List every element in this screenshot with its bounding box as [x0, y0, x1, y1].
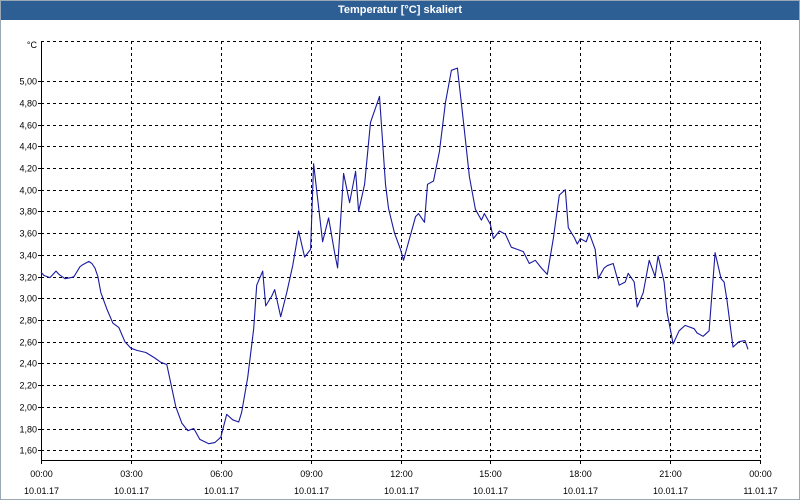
y-tick-label: 4,80 [19, 99, 37, 109]
x-tick-time-label: 09:00 [300, 469, 323, 479]
y-tick-label: 3,60 [19, 229, 37, 239]
y-tick-label: 5,00 [19, 77, 37, 87]
y-tick-label: 1,60 [19, 446, 37, 456]
x-tick-time-label: 06:00 [210, 469, 233, 479]
y-tick-label: 2,60 [19, 338, 37, 348]
y-tick-label: 4,40 [19, 142, 37, 152]
x-tick-date-label: 10.01.17 [563, 486, 598, 496]
x-tick-date-label: 10.01.17 [24, 486, 59, 496]
temperature-chart: 1,60 1,80 2,00 2,20 2,40 2,60 2,80 3,00 3,20 3,40… [19, 40, 777, 496]
y-tick-label: 3,20 [19, 273, 37, 283]
y-tick-label: 3,00 [19, 294, 37, 304]
y-tick-label: 1,80 [19, 425, 37, 435]
y-tick-label: 3,40 [19, 251, 37, 261]
chart-window: Temperatur [°C] skaliert 1,60 1,80 2,00 2,2… [0, 0, 800, 500]
x-tick-time-label: 12:00 [390, 469, 413, 479]
x-tick-time-label: 03:00 [120, 469, 143, 479]
y-tick-label: 4,20 [19, 164, 37, 174]
x-tick-date-label: 10.01.17 [114, 486, 149, 496]
y-tick-label: 2,40 [19, 359, 37, 369]
x-tick-date-label: 10.01.17 [473, 486, 508, 496]
y-tick-label: 2,00 [19, 403, 37, 413]
y-tick-label: 2,80 [19, 316, 37, 326]
x-tick-time-label: 18:00 [569, 469, 592, 479]
y-axis-unit-label: °C [27, 40, 38, 50]
x-tick-date-label: 10.01.17 [653, 486, 688, 496]
y-tick-label: 4,60 [19, 121, 37, 131]
x-tick-time-label: 21:00 [659, 469, 682, 479]
y-tick-label: 3,80 [19, 207, 37, 217]
y-tick-label: 2,20 [19, 381, 37, 391]
label-layer: 1,60 1,80 2,00 2,20 2,40 2,60 2,80 3,00 3,20 3,40… [19, 40, 777, 496]
x-tick-date-label: 11.01.17 [743, 486, 777, 496]
y-tick-label: 4,00 [19, 186, 37, 196]
x-tick-time-label: 15:00 [479, 469, 502, 479]
x-tick-date-label: 10.01.17 [294, 486, 329, 496]
x-tick-time-label: 00:00 [30, 469, 53, 479]
axis-layer [38, 41, 761, 464]
x-tick-date-label: 10.01.17 [384, 486, 419, 496]
x-tick-time-label: 00:00 [749, 469, 772, 479]
x-tick-date-label: 10.01.17 [204, 486, 239, 496]
